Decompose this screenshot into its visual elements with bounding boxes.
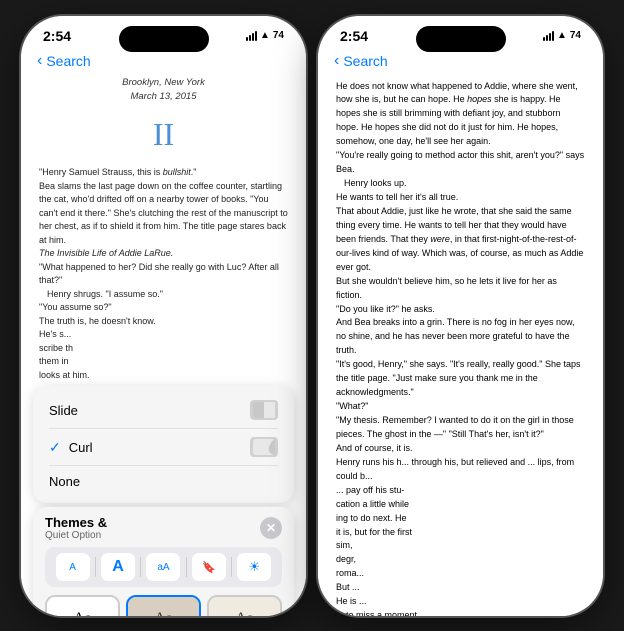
theme-paper[interactable]: Aa Paper	[207, 595, 282, 616]
book-content-right: He does not know what happened to Addie,…	[318, 76, 603, 616]
font-sep-4	[231, 557, 232, 577]
slide-icon	[250, 400, 278, 420]
themes-subtitle: Quiet Option	[45, 530, 107, 541]
back-arrow-left: ‹	[37, 52, 42, 70]
time-left: 2:54	[43, 28, 71, 44]
right-para-13: Henry runs his h... through his, but rel…	[336, 456, 585, 484]
font-brightness-btn[interactable]: ☀	[237, 553, 271, 581]
dynamic-island-right	[416, 26, 506, 52]
curl-checkmark: ✓	[49, 439, 61, 456]
nav-bar-left[interactable]: ‹ Search	[21, 48, 306, 76]
right-para-7: "Do you like it?" he asks.	[336, 303, 585, 317]
theme-quiet-preview: Aa	[128, 597, 199, 616]
right-para-14: ... pay off his stu-cation a little whil…	[336, 484, 585, 540]
font-bookmark-btn[interactable]: 🔖	[192, 553, 226, 581]
themes-header: Themes & Quiet Option ✕	[45, 515, 282, 541]
font-small-btn[interactable]: A	[56, 553, 90, 581]
theme-original-preview: Aa	[47, 597, 118, 616]
nav-back-label-left[interactable]: Search	[46, 53, 90, 69]
font-sep-2	[140, 557, 141, 577]
right-para-12: And of course, it is.	[336, 442, 585, 456]
transition-curl[interactable]: ✓ Curl	[33, 429, 294, 465]
theme-original[interactable]: Aa Original	[45, 595, 120, 616]
back-arrow-right: ‹	[334, 52, 339, 70]
dynamic-island	[119, 26, 209, 52]
right-phone: 2:54 ▲ 74 ‹ Search H	[318, 16, 603, 616]
font-sep-3	[186, 557, 187, 577]
transition-none[interactable]: None	[33, 466, 294, 497]
right-para-16: But ...He is ...... to miss a moment.	[336, 581, 585, 615]
themes-grid: Aa Original Aa Quiet Aa Paper Aa Bold	[45, 595, 282, 616]
battery-right: 74	[570, 30, 581, 41]
font-sep-1	[95, 557, 96, 577]
right-para-9: "It's good, Henry," she says. "It's real…	[336, 358, 585, 400]
right-para-11: "My thesis. Remember? I wanted to do it …	[336, 414, 585, 442]
font-size-row: A A aA 🔖 ☀	[45, 547, 282, 587]
nav-back-label-right[interactable]: Search	[343, 53, 387, 69]
curl-icon	[250, 437, 278, 457]
right-para-6: But she wouldn't believe him, so he lets…	[336, 275, 585, 303]
right-para-15: sim,degr,roma...	[336, 539, 585, 581]
close-button[interactable]: ✕	[260, 517, 282, 539]
none-label: None	[49, 474, 80, 489]
signal-icon-right	[543, 31, 554, 41]
right-para-5: That about Addie, just like he wrote, th…	[336, 205, 585, 275]
right-para-10: "What?"	[336, 400, 585, 414]
right-para-8: And Bea breaks into a grin. There is no …	[336, 316, 585, 358]
curl-label: Curl	[69, 440, 250, 455]
font-large-btn[interactable]: A	[101, 553, 135, 581]
wifi-icon-right: ▲	[557, 30, 567, 41]
right-para-4: He wants to tell her it's all true.	[336, 191, 585, 205]
wifi-icon-left: ▲	[260, 30, 270, 41]
themes-panel: Themes & Quiet Option ✕ A A aA 🔖 ☀	[33, 507, 294, 616]
nav-bar-right[interactable]: ‹ Search	[318, 48, 603, 76]
theme-quiet[interactable]: Aa Quiet	[126, 595, 201, 616]
right-para-3: Henry looks up.	[344, 177, 585, 191]
book-text-left: "Henry Samuel Strauss, this is bullshit.…	[39, 166, 288, 382]
transition-panel: Slide ✓ Curl None	[33, 386, 294, 503]
left-phone: 2:54 ▲ 74 ‹ Search B	[21, 16, 306, 616]
right-para-1: He does not know what happened to Addie,…	[336, 80, 585, 150]
right-para-2: "You're really going to method actor thi…	[336, 149, 585, 177]
battery-left: 74	[273, 30, 284, 41]
theme-paper-preview: Aa	[209, 597, 280, 616]
book-location: Brooklyn, New YorkMarch 13, 2015	[39, 76, 288, 105]
font-style-btn[interactable]: aA	[146, 553, 180, 581]
time-right: 2:54	[340, 28, 368, 44]
phones-container: 2:54 ▲ 74 ‹ Search B	[21, 16, 603, 616]
transition-slide[interactable]: Slide	[33, 392, 294, 428]
book-content-left: Brooklyn, New YorkMarch 13, 2015 II "Hen…	[21, 76, 306, 383]
chapter-number: II	[39, 110, 288, 158]
slide-label: Slide	[49, 403, 78, 418]
signal-icon-left	[246, 31, 257, 41]
themes-title: Themes &	[45, 515, 107, 530]
